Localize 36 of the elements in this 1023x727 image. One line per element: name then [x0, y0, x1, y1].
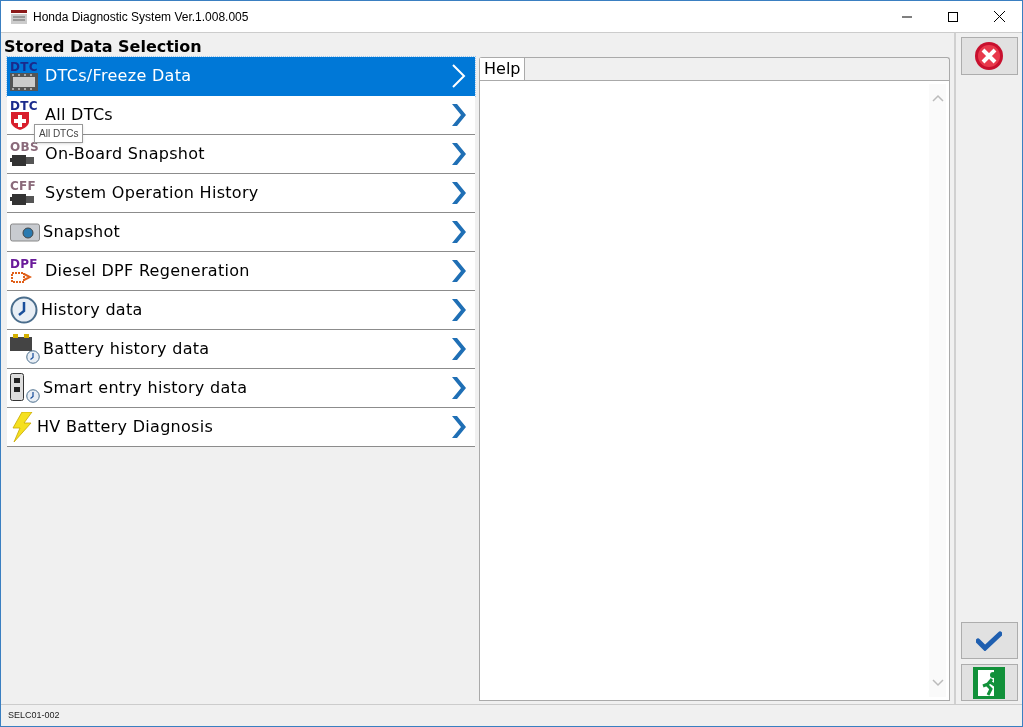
camera-icon: [10, 222, 40, 242]
lightning-icon: [10, 412, 34, 442]
chevron-icon: [449, 180, 469, 206]
menu-item[interactable]: DPF Diesel DPF Regeneration: [7, 252, 475, 291]
clock-icon: [10, 296, 38, 324]
menu-item[interactable]: HV Battery Diagnosis: [7, 408, 475, 447]
confirm-button[interactable]: [960, 622, 1018, 659]
menu-item[interactable]: History data: [7, 291, 475, 330]
help-tab[interactable]: Help: [480, 58, 526, 80]
exit-button[interactable]: [960, 664, 1018, 701]
chevron-icon: [449, 102, 469, 128]
menu-item[interactable]: Battery history data: [7, 330, 475, 369]
chevron-icon: [449, 297, 469, 323]
key-fob-clock-icon: [10, 373, 40, 403]
menu-item[interactable]: Smart entry history data: [7, 369, 475, 408]
chevron-icon: [449, 219, 469, 245]
app-logo-icon: [11, 9, 27, 24]
section-heading: Stored Data Selection: [4, 36, 203, 57]
chevron-icon: [449, 141, 469, 167]
chevron-icon: [449, 375, 469, 401]
window-title: Honda Diagnostic System Ver.1.008.005: [33, 8, 249, 26]
maximize-icon: [948, 11, 958, 22]
menu-item[interactable]: DTC DTCs/Freeze Data: [7, 57, 475, 96]
battery-clock-icon: [10, 334, 40, 364]
tooltip: All DTCs: [34, 124, 84, 143]
chevron-icon: [449, 336, 469, 362]
menu-item[interactable]: CFF System Operation History: [7, 174, 475, 213]
cancel-icon: [974, 41, 1004, 71]
chevron-icon: [449, 414, 469, 440]
chevron-icon: [449, 258, 469, 284]
cancel-button[interactable]: [960, 37, 1018, 75]
emergency-exit-icon: [973, 666, 1005, 699]
status-text: SELC01-002: [8, 708, 60, 722]
menu-item[interactable]: Snapshot: [7, 213, 475, 252]
close-icon: [993, 11, 1005, 22]
checkmark-icon: [976, 630, 1002, 651]
